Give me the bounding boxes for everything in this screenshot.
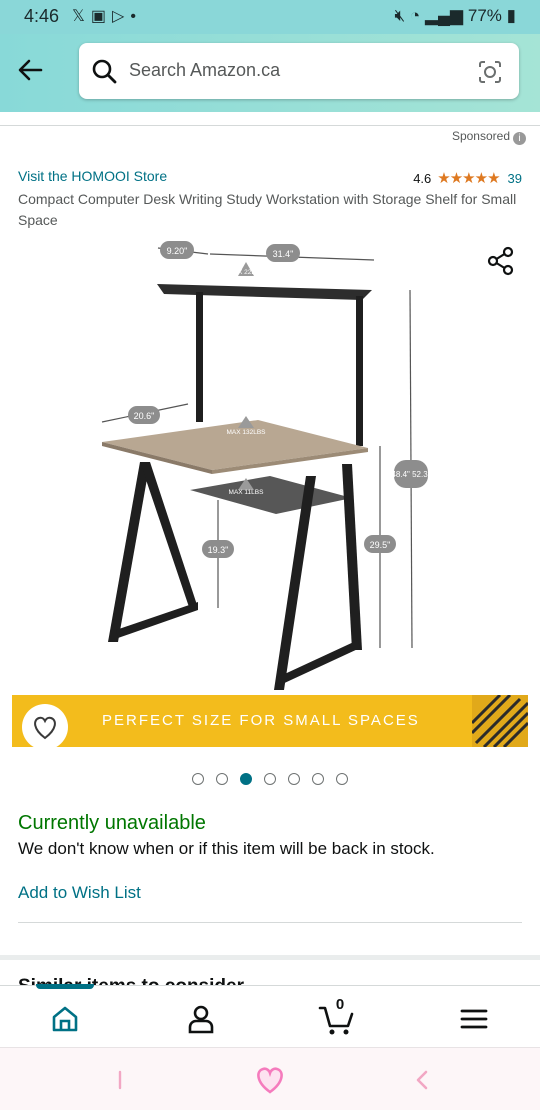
carousel-dot[interactable] [264,773,276,785]
add-to-wishlist-link[interactable]: Add to Wish List [18,883,141,903]
star-rating-icon: ★★★★★ [437,170,500,187]
dot-icon: • [130,8,142,25]
notification-icons: 𝕏▣▷• [72,6,142,26]
desk-height-label: 29.5" [370,540,391,550]
wishlist-heart-button[interactable] [22,704,68,750]
heart-icon [34,716,56,740]
sponsored-label[interactable]: Sponsored i [452,129,526,145]
image-carousel-dots[interactable] [0,773,540,789]
shelf-width-label: 31.4" [273,249,294,259]
gallery-icon: ▣ [90,8,113,25]
signal-icon: ▂▄▆ [424,6,464,25]
wifi-icon: ◔ [409,6,421,25]
store-link[interactable]: Visit the HOMOOI Store [18,168,167,184]
carousel-dot[interactable] [288,773,300,785]
divider [18,922,522,923]
app-header: Search Amazon.ca [0,34,540,112]
status-bar: 4:46 𝕏▣▷• 🔇︎ ◔ ▂▄▆ 77% ▮ [0,0,540,34]
stock-note: We don't know when or if this item will … [18,839,435,858]
recent-apps-icon[interactable] [102,1062,138,1098]
info-icon: i [513,132,526,145]
banner-text: PERFECT SIZE FOR SMALL SPACES [102,712,420,729]
home-icon[interactable] [48,1002,82,1036]
carousel-dot[interactable] [216,773,228,785]
arrow-left-icon [18,59,43,81]
desk-max-label: MAX 132LBS [226,429,266,436]
total-height-label: 48.4" 52.3" [391,470,430,479]
search-icon [92,59,117,84]
previous-carousel-strip [0,112,540,126]
desk-depth-label: 20.6" [134,411,155,421]
carousel-dot[interactable] [336,773,348,785]
shelf-depth-label: 9.20" [167,246,188,256]
battery-icon: ▮ [506,6,516,25]
rating-count: 39 [507,170,522,186]
carousel-dot[interactable] [192,773,204,785]
home-heart-icon[interactable] [252,1062,288,1098]
play-store-icon: ▷ [112,8,131,25]
system-status: 🔇︎ ◔ ▂▄▆ 77% ▮ [394,6,516,26]
product-image[interactable]: 9.20" 31.4" MAX 22LBS 20.6" MAX 132LBS M… [80,232,460,694]
system-nav-bar [0,1047,540,1110]
back-button[interactable] [14,56,46,88]
bottom-nav: 0 [0,984,540,1047]
menu-icon[interactable] [457,1002,491,1036]
banner-pattern [472,695,528,747]
status-time: 4:46 [24,6,60,26]
mute-icon: 🔇︎ [394,6,406,25]
under-height-label: 19.3" [208,545,229,555]
shelf-max-label: MAX 22LBS [228,269,264,276]
camera-search-icon[interactable] [477,59,503,85]
account-icon[interactable] [184,1002,218,1036]
carousel-dot-active[interactable] [240,773,252,785]
carousel-dot[interactable] [312,773,324,785]
product-rating[interactable]: 4.6 ★★★★★ 39 [413,169,522,187]
battery-level: 77% [467,6,502,25]
search-input[interactable]: Search Amazon.ca [79,43,519,99]
rating-value: 4.6 [413,170,432,186]
search-placeholder: Search Amazon.ca [129,60,281,80]
back-chevron-icon[interactable] [404,1062,440,1098]
product-title: Compact Computer Desk Writing Study Work… [18,191,517,228]
cart-count: 0 [335,996,345,1013]
availability-status: Currently unavailable [18,812,206,834]
share-icon[interactable] [486,246,516,276]
product-banner: PERFECT SIZE FOR SMALL SPACES [12,695,528,750]
cart-button[interactable]: 0 [318,996,354,1036]
section-divider [0,955,540,960]
active-tab-indicator [36,984,94,989]
x-logo-icon: 𝕏 [72,8,91,25]
basket-max-label: MAX 11LBS [229,489,265,496]
